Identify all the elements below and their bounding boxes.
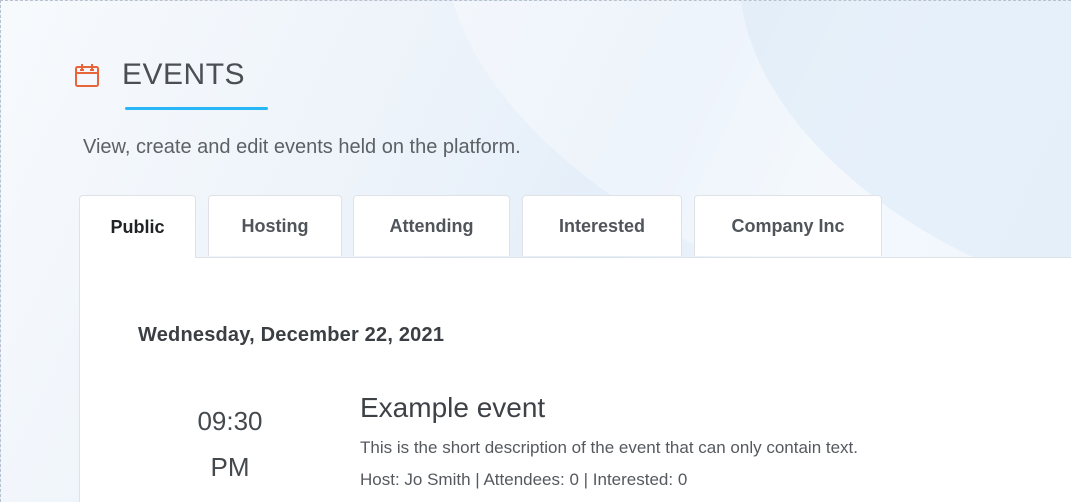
page-frame: EVENTS View, create and edit events held… [0,0,1071,502]
calendar-icon [74,62,100,88]
tab-attending[interactable]: Attending [353,195,510,256]
page-header: EVENTS [74,57,245,93]
tab-public[interactable]: Public [79,195,196,258]
event-description: This is the short description of the eve… [360,438,858,457]
event-time-ampm: PM [210,452,250,482]
page-title: EVENTS [122,58,246,91]
tab-interested[interactable]: Interested [522,195,682,256]
event-time: 09:30 PM [170,398,290,490]
page-subtitle: View, create and edit events held on the… [83,136,521,158]
event-time-hm: 09:30 [197,406,263,436]
events-panel: Wednesday, December 22, 2021 09:30 PM Ex… [79,257,1071,502]
date-heading: Wednesday, December 22, 2021 [138,324,445,346]
tab-hosting[interactable]: Hosting [208,195,342,256]
title-underline [125,107,268,110]
event-title[interactable]: Example event [360,391,545,425]
event-meta: Host: Jo Smith | Attendees: 0 | Interest… [360,470,688,489]
tab-company-inc[interactable]: Company Inc [694,195,882,256]
